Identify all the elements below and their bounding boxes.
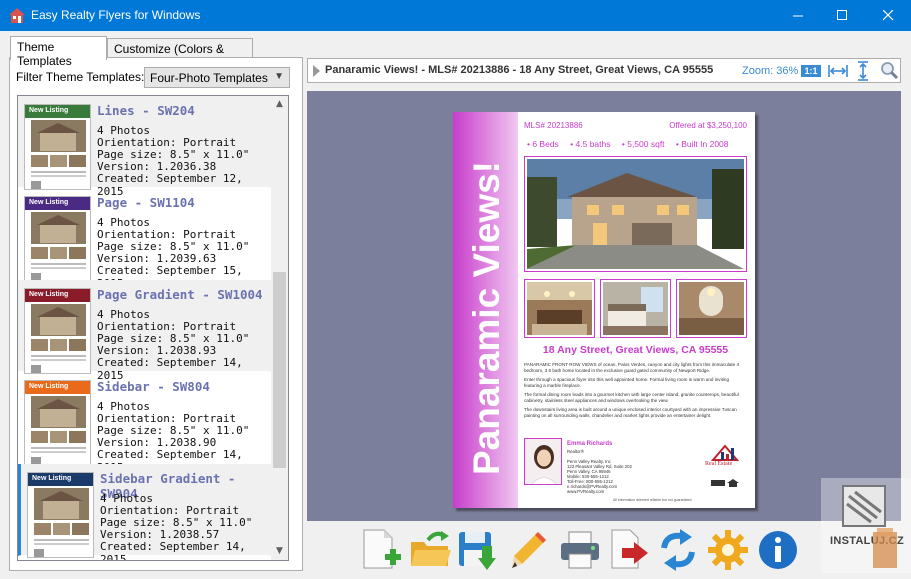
template-title: Sidebar - SW804 (97, 379, 210, 394)
agent-portrait-image (531, 445, 557, 484)
app-house-icon (9, 8, 25, 23)
flyer-photo-kitchen (524, 279, 595, 338)
thumbnail-preview-image (31, 304, 86, 373)
flyer-headline: Panaramic Views! (466, 161, 507, 475)
expand-arrow-icon[interactable] (313, 65, 320, 77)
minimize-icon (792, 15, 803, 17)
flyer-main-photo (524, 156, 747, 272)
filter-selected-value: Four-Photo Templates (150, 71, 268, 85)
template-list-item[interactable]: New Listing Page Gradient - SW1004 4 Photo… (18, 280, 272, 382)
filter-label: Filter Theme Templates: (16, 70, 145, 84)
flyer-paragraph: Enter through a spacious foyer into this… (524, 377, 730, 388)
zoom-magnifier-icon[interactable] (880, 61, 899, 80)
watermark-logo: INSTALUJ.CZ (821, 478, 911, 573)
thumbnail-preview-image (31, 212, 86, 281)
logo-text: Real Estate (705, 461, 733, 467)
flyer-photo-bedroom (600, 279, 671, 338)
new-flyer-icon[interactable] (358, 528, 402, 572)
flyer-paragraph: PANARAMIC FRONT ROW VIEWS of ocean, Palo… (524, 362, 740, 373)
flyer-mls: MLS# 20213886 (524, 121, 583, 130)
flyer-feature: • 5,500 sqft (621, 139, 665, 149)
template-thumbnail: New Listing (24, 380, 91, 466)
scroll-up-icon[interactable]: ▲ (271, 96, 288, 113)
template-thumbnail: New Listing (24, 288, 91, 374)
template-list-item[interactable]: New Listing Page - SW1104 4 Photos Orientat… (18, 188, 272, 290)
flyer-address: 18 Any Street, Great Views, CA 95555 (542, 344, 729, 356)
template-title: Lines - SW204 (97, 103, 195, 118)
minimize-button[interactable] (775, 0, 821, 31)
zoom-actual-size-button[interactable]: 1:1 (801, 65, 821, 77)
open-folder-icon[interactable] (408, 528, 452, 572)
flyer-disclaimer: All information deemed reliable but not … (613, 498, 693, 502)
scrollbar-thumb[interactable] (273, 272, 286, 468)
title-bar: Easy Realty Flyers for Windows (0, 0, 911, 31)
agent-line: www.PVRealty.com (567, 489, 605, 494)
close-icon (882, 10, 893, 21)
thumbnail-preview-image (34, 488, 89, 557)
flyer-price: Offered at $3,250,100 (669, 121, 747, 130)
fit-width-icon[interactable] (828, 63, 848, 79)
maximize-button[interactable] (819, 0, 865, 31)
edit-pencil-icon[interactable] (508, 528, 552, 572)
template-title: Page - SW1104 (97, 195, 195, 210)
template-list[interactable]: New Listing Lines - SW204 4 Photos Orientat… (17, 95, 289, 561)
template-list-item[interactable]: New Listing Sidebar Gradient - SW904 4 Pho… (18, 464, 272, 560)
zoom-level: Zoom: 36% (742, 65, 799, 77)
template-thumbnail: New Listing (24, 196, 91, 282)
template-list-item[interactable]: New Listing Sidebar - SW804 4 Photos Orient… (18, 372, 272, 474)
flyer-photo-living (676, 279, 747, 338)
settings-gear-icon[interactable] (706, 528, 750, 572)
watermark-box-icon (842, 485, 886, 527)
living-room-image (679, 282, 744, 335)
agent-name: Emma Richards (567, 441, 613, 447)
template-thumbnail: New Listing (27, 472, 94, 558)
window-title: Easy Realty Flyers for Windows (31, 8, 201, 22)
preview-canvas[interactable]: Panaramic Views! MLS# 20213886 Offered a… (307, 91, 901, 521)
export-icon[interactable] (608, 528, 652, 572)
template-list-scrollbar[interactable]: ▲ ▼ (271, 96, 288, 560)
close-button[interactable] (865, 0, 911, 31)
maximize-icon (836, 10, 847, 20)
flyer-features: • 6 Beds • 4.5 baths • 5,500 sqft • Buil… (527, 139, 749, 149)
filter-templates-select[interactable]: Four-Photo Templates ▼ (144, 67, 290, 88)
kitchen-image (527, 282, 592, 335)
chevron-down-icon: ▼ (274, 71, 284, 82)
bedroom-image (603, 282, 668, 335)
info-icon[interactable] (756, 528, 800, 572)
print-icon[interactable] (558, 528, 602, 572)
template-list-item[interactable]: New Listing Lines - SW204 4 Photos Orientat… (18, 96, 272, 198)
flyer-paragraph: The formal dining room leads into a gour… (524, 392, 739, 403)
template-created: Created: September 14, 2015 (100, 540, 246, 561)
flyer-feature: • 4.5 baths (570, 139, 611, 149)
thumbnail-preview-image (31, 396, 86, 465)
flyer-paragraph: The downstairs living area is built arou… (524, 407, 737, 418)
flyer-feature: • 6 Beds (527, 139, 559, 149)
refresh-icon[interactable] (656, 528, 700, 572)
agent-photo (524, 438, 562, 485)
fit-height-icon[interactable] (856, 61, 870, 81)
flyer-page: Panaramic Views! MLS# 20213886 Offered a… (453, 112, 755, 508)
template-title: Page Gradient - SW1004 (97, 287, 263, 302)
preview-title: Panaramic Views! - MLS# 20213886 - 18 An… (325, 64, 714, 76)
preview-info-bar: Panaramic Views! - MLS# 20213886 - 18 An… (307, 58, 901, 83)
watermark-folder-icon (873, 528, 897, 568)
thumbnail-preview-image (31, 120, 86, 189)
mls-equal-housing-icon (711, 479, 739, 487)
tab-theme-templates[interactable]: Theme Templates (10, 36, 107, 68)
house-exterior-image (527, 159, 744, 269)
agent-role: Realtor® (567, 449, 585, 454)
save-icon[interactable] (456, 528, 500, 572)
template-list-items: New Listing Lines - SW204 4 Photos Orientat… (18, 96, 272, 560)
flyer-feature: • Built In 2008 (675, 139, 729, 149)
scroll-down-icon[interactable]: ▼ (271, 543, 288, 560)
template-thumbnail: New Listing (24, 104, 91, 190)
